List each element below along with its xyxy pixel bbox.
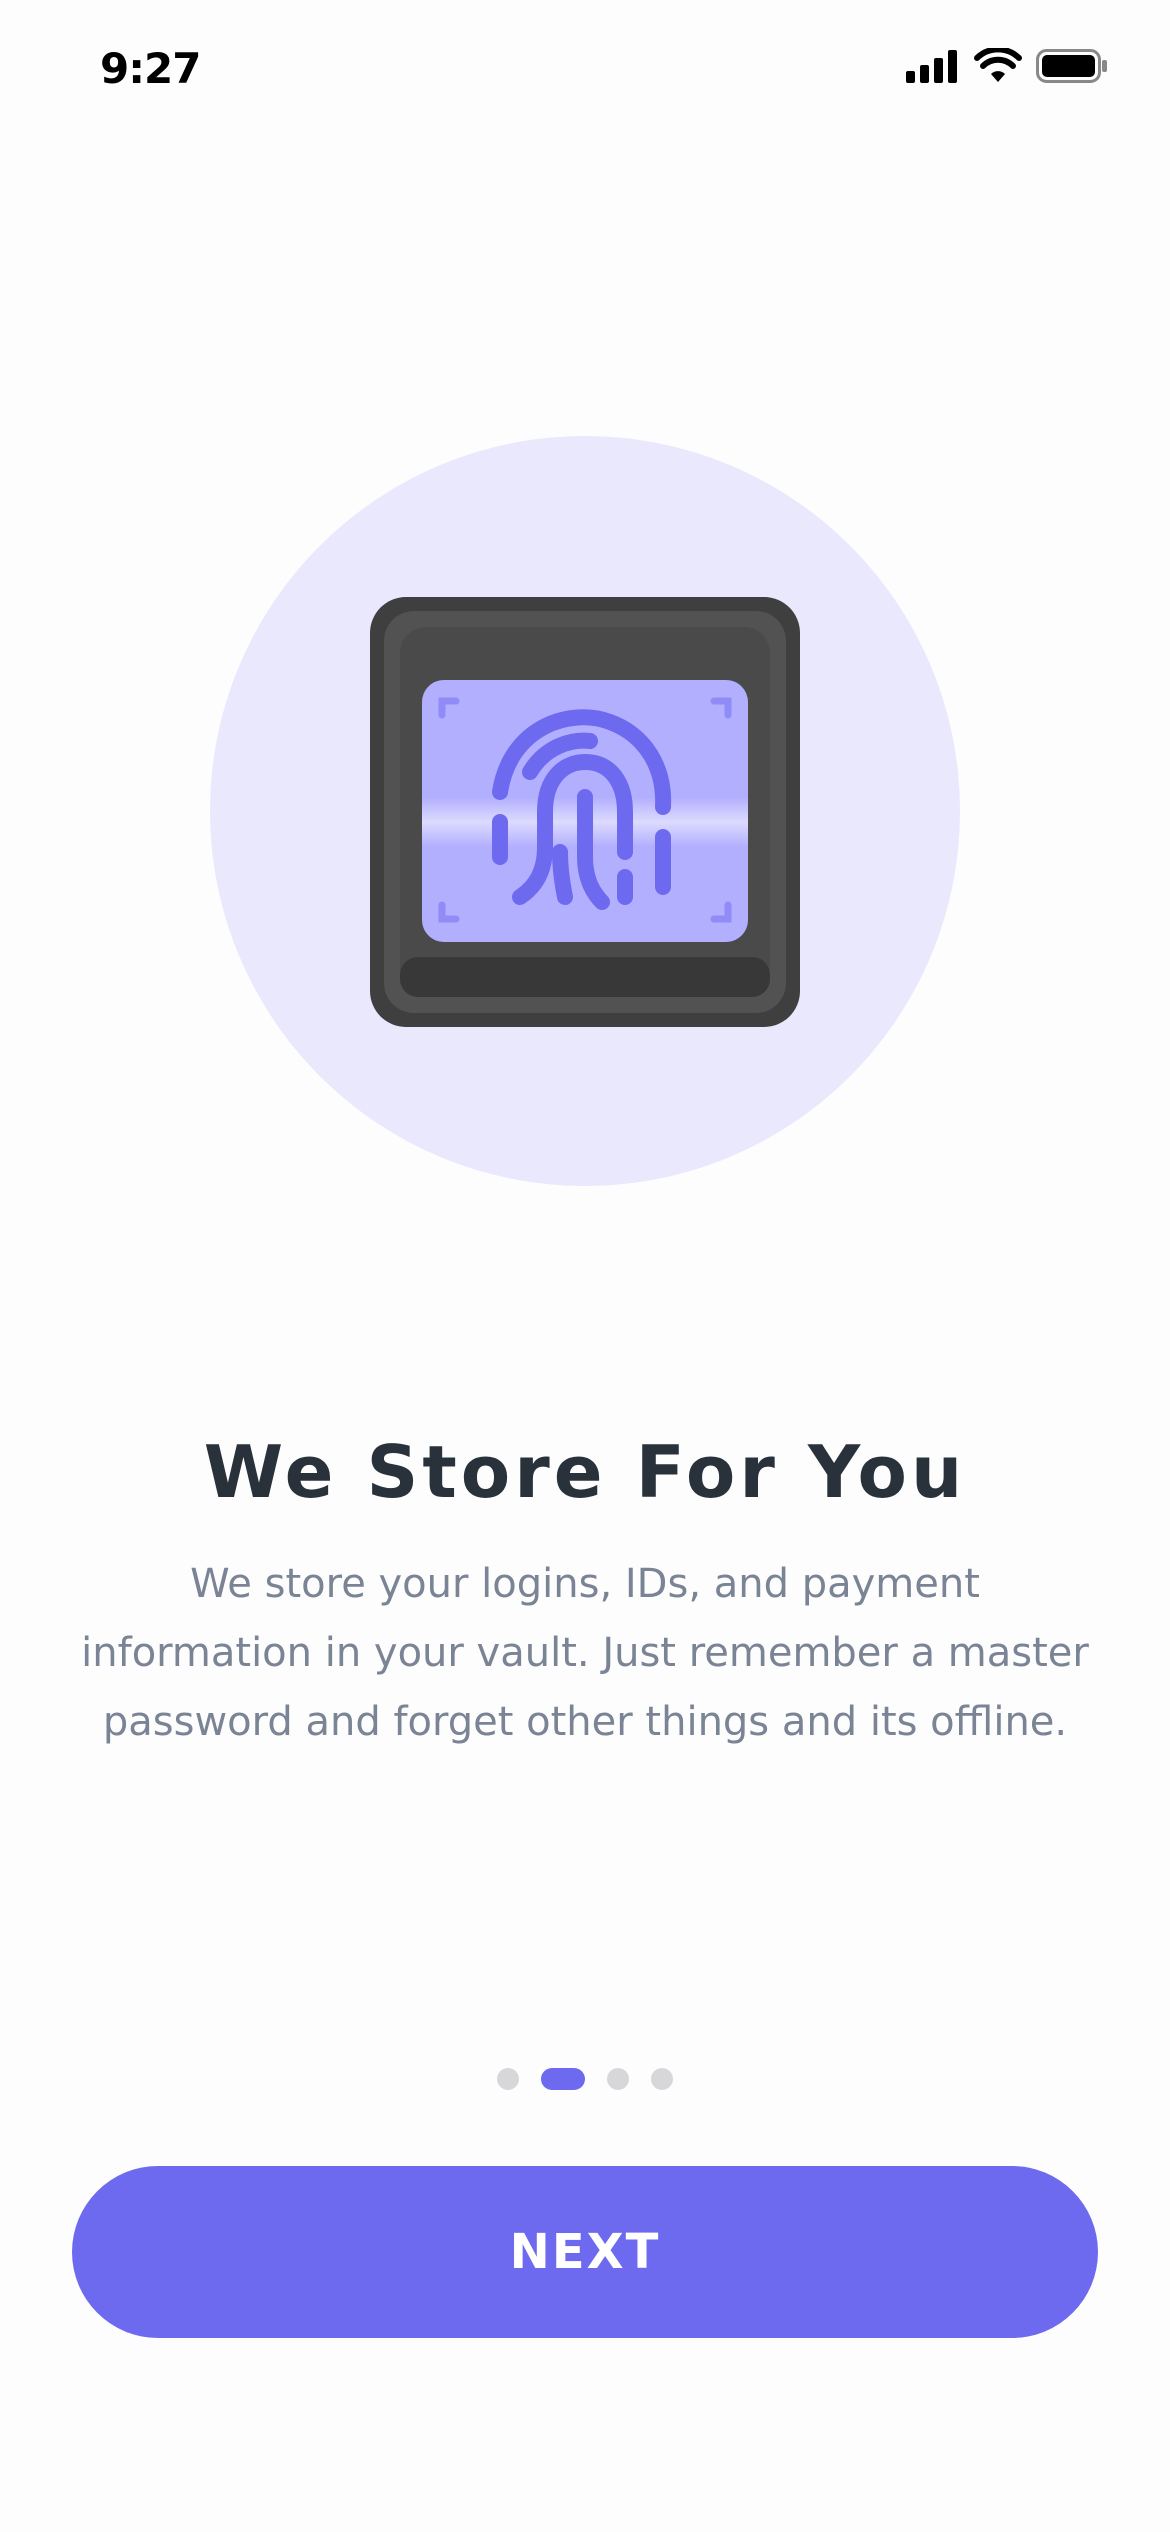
wifi-icon <box>974 48 1022 84</box>
onboarding-title: We Store For You <box>203 1430 967 1514</box>
status-bar: 9:27 <box>0 0 1170 140</box>
status-icons <box>906 48 1108 84</box>
onboarding-description: We store your logins, IDs, and payment i… <box>81 1561 1089 1745</box>
status-time: 9:27 <box>100 44 201 93</box>
page-dot-3[interactable] <box>607 2068 629 2090</box>
battery-icon <box>1036 49 1108 83</box>
page-indicator <box>0 2068 1170 2090</box>
next-button[interactable]: NEXT <box>72 2166 1098 2338</box>
page-dot-4[interactable] <box>651 2068 673 2090</box>
fingerprint-scanner-icon <box>370 597 800 1027</box>
cellular-signal-icon <box>906 49 960 83</box>
page-dot-2-active[interactable] <box>541 2068 585 2090</box>
page-dot-1[interactable] <box>497 2068 519 2090</box>
